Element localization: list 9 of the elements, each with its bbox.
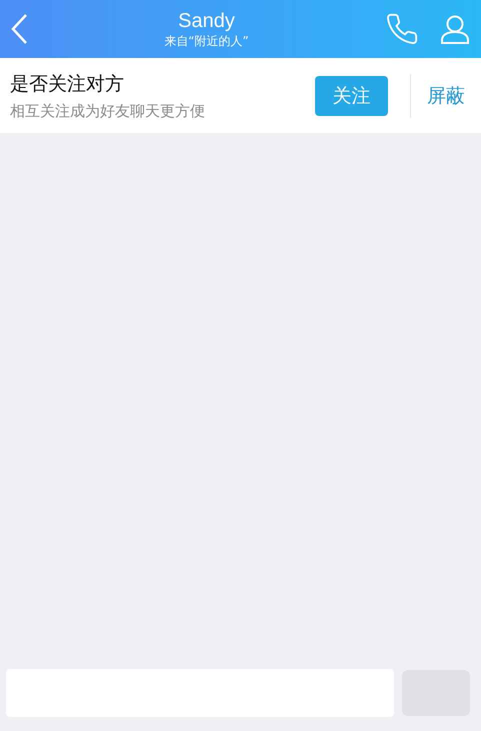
follow-button[interactable]: 关注 bbox=[315, 76, 388, 116]
contact-name: Sandy bbox=[178, 9, 235, 33]
phone-icon[interactable] bbox=[385, 12, 419, 46]
contact-source: 来自“附近的人” bbox=[164, 33, 249, 49]
follow-prompt-title: 是否关注对方 bbox=[10, 72, 125, 96]
follow-prompt-subtitle: 相互关注成为好友聊天更方便 bbox=[10, 102, 206, 120]
back-icon[interactable] bbox=[10, 13, 28, 45]
profile-icon[interactable] bbox=[439, 13, 471, 45]
block-button[interactable]: 屏蔽 bbox=[427, 82, 465, 108]
